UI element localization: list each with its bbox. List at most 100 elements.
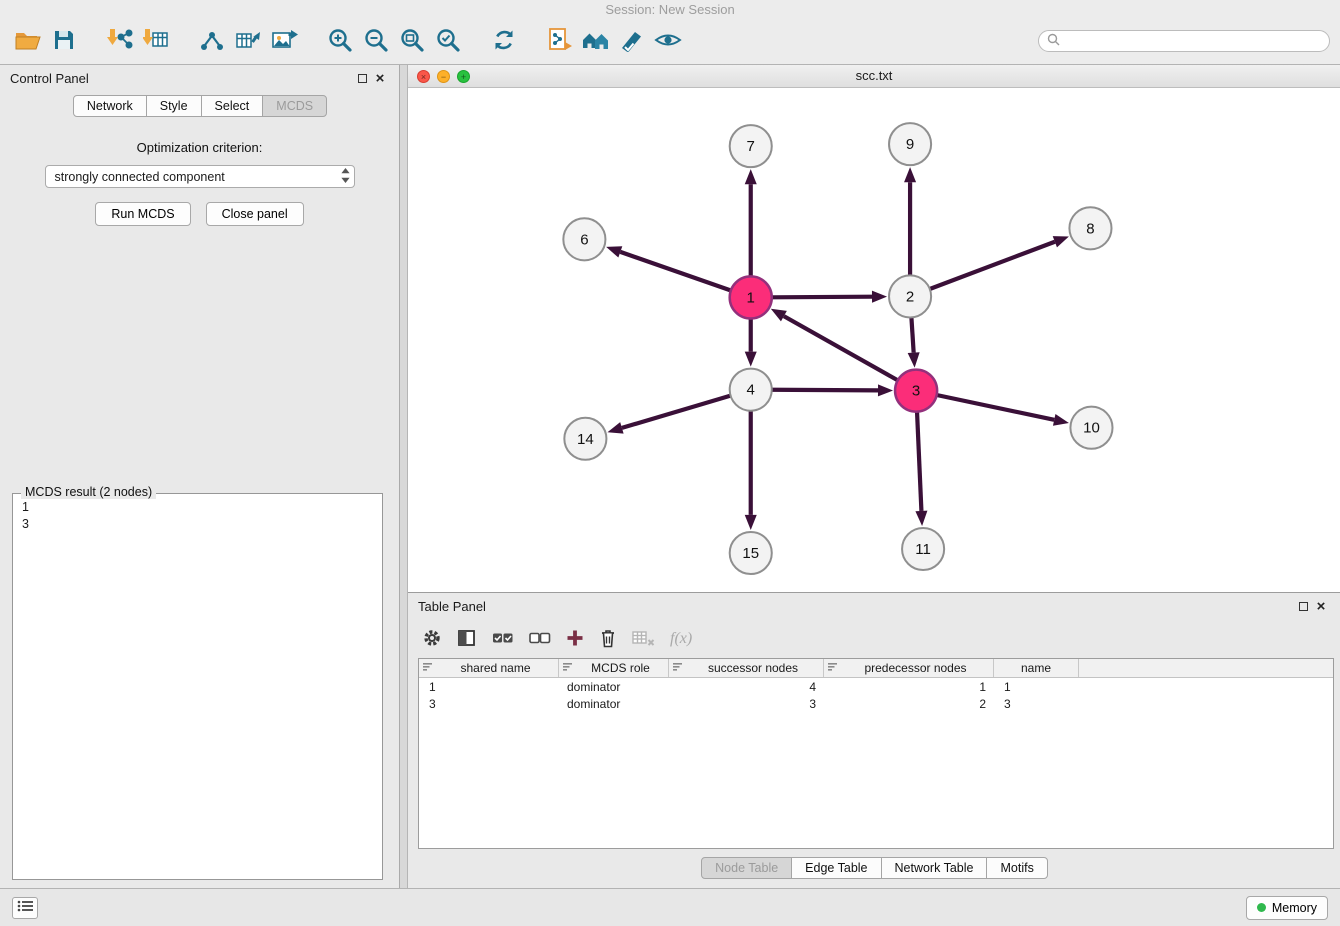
- graph-node-1[interactable]: 1: [730, 276, 772, 318]
- table-cell[interactable]: 1: [994, 678, 1079, 695]
- delete-table-button[interactable]: [632, 625, 655, 653]
- graph-node-15[interactable]: 15: [730, 532, 772, 574]
- graph-edge-arrow: [904, 167, 916, 182]
- select-all-button[interactable]: [492, 625, 514, 653]
- trash-icon: [599, 628, 617, 651]
- tab-select[interactable]: Select: [201, 95, 264, 117]
- tab-network[interactable]: Network: [73, 95, 147, 117]
- table-row[interactable]: 3dominator323: [419, 695, 1333, 712]
- network-canvas[interactable]: 7 9 6 8 1 2 4 3 14 10 15 11: [408, 88, 1340, 592]
- graph-node-10[interactable]: 10: [1070, 407, 1112, 449]
- sort-icon: [828, 661, 839, 675]
- graph-node-9[interactable]: 9: [889, 123, 931, 165]
- table-row[interactable]: 1dominator411: [419, 678, 1333, 695]
- graph-node-7[interactable]: 7: [730, 125, 772, 167]
- column-header-filler: [1079, 659, 1333, 677]
- tab-style[interactable]: Style: [146, 95, 202, 117]
- zoom-out-button[interactable]: [358, 24, 394, 58]
- list-icon: [17, 900, 33, 915]
- graph-node-14[interactable]: 14: [564, 418, 606, 460]
- window-minimize-icon[interactable]: −: [437, 70, 450, 83]
- graph-edge-1-6[interactable]: [620, 252, 731, 291]
- graph-edge-3-11[interactable]: [917, 412, 921, 511]
- graph-node-4[interactable]: 4: [730, 369, 772, 411]
- show-columns-button[interactable]: [457, 625, 477, 653]
- table-cell[interactable]: 1: [824, 678, 994, 695]
- graph-edge-1-2[interactable]: [772, 297, 872, 298]
- add-column-button[interactable]: [566, 625, 584, 653]
- table-cell[interactable]: 3: [994, 695, 1079, 712]
- graph-edge-4-3[interactable]: [772, 390, 878, 391]
- tab-motifs[interactable]: Motifs: [986, 857, 1047, 879]
- column-header-name[interactable]: name: [994, 659, 1079, 677]
- svg-text:8: 8: [1086, 220, 1094, 237]
- toolbar-search[interactable]: [1038, 30, 1330, 52]
- graph-edge-2-3[interactable]: [911, 317, 913, 352]
- graph-node-3[interactable]: 3: [895, 370, 937, 412]
- home-button[interactable]: [578, 24, 614, 58]
- search-input[interactable]: [1065, 34, 1321, 48]
- graph-node-6[interactable]: 6: [563, 218, 605, 260]
- table-cell[interactable]: 3: [669, 695, 824, 712]
- save-session-button[interactable]: [46, 24, 82, 58]
- table-panel-title: Table Panel: [418, 599, 486, 614]
- network-graph[interactable]: 7 9 6 8 1 2 4 3 14 10 15 11: [408, 88, 1340, 592]
- import-table-button[interactable]: [138, 24, 174, 58]
- table-cell[interactable]: 4: [669, 678, 824, 695]
- window-close-icon[interactable]: ×: [417, 70, 430, 83]
- close-panel-button[interactable]: Close panel: [206, 202, 304, 226]
- control-panel-float-button[interactable]: [353, 70, 371, 88]
- open-session-button[interactable]: [10, 24, 46, 58]
- deselect-all-button[interactable]: [529, 625, 551, 653]
- float-icon: [1299, 602, 1308, 611]
- table-panel-float-button[interactable]: [1294, 598, 1312, 616]
- zoom-fit-button[interactable]: [394, 24, 430, 58]
- table-cell[interactable]: dominator: [559, 678, 669, 695]
- control-panel-close-button[interactable]: ×: [371, 70, 389, 88]
- graph-node-11[interactable]: 11: [902, 528, 944, 570]
- show-graphics-button[interactable]: [650, 24, 686, 58]
- apply-style-button[interactable]: [614, 24, 650, 58]
- houses-icon: [582, 28, 610, 55]
- zoom-selected-button[interactable]: [430, 24, 466, 58]
- task-history-button[interactable]: [12, 897, 38, 919]
- graph-edge-arrow: [872, 291, 887, 303]
- function-builder-button[interactable]: f(x): [670, 625, 692, 653]
- table-cell[interactable]: dominator: [559, 695, 669, 712]
- zoom-in-button[interactable]: [322, 24, 358, 58]
- tab-mcds[interactable]: MCDS: [262, 95, 327, 117]
- export-image-button[interactable]: [266, 24, 302, 58]
- graph-edge-3-1[interactable]: [784, 316, 898, 380]
- column-header-successor-nodes[interactable]: successor nodes: [669, 659, 824, 677]
- graph-node-8[interactable]: 8: [1069, 207, 1111, 249]
- delete-column-button[interactable]: [599, 625, 617, 653]
- clone-network-button[interactable]: [542, 24, 578, 58]
- open-folder-icon: [15, 29, 41, 54]
- graph-edge-arrow: [1053, 236, 1069, 247]
- tab-edge-table[interactable]: Edge Table: [791, 857, 881, 879]
- import-network-button[interactable]: [102, 24, 138, 58]
- criterion-dropdown[interactable]: strongly connected component: [45, 165, 355, 188]
- column-settings-button[interactable]: [422, 625, 442, 653]
- column-header-shared-name[interactable]: shared name: [419, 659, 559, 677]
- column-header-mcds-role[interactable]: MCDS role: [559, 659, 669, 677]
- table-panel-close-button[interactable]: ×: [1312, 598, 1330, 616]
- export-table-button[interactable]: [230, 24, 266, 58]
- tab-node-table[interactable]: Node Table: [701, 857, 792, 879]
- new-network-button[interactable]: [194, 24, 230, 58]
- memory-button[interactable]: Memory: [1246, 896, 1328, 920]
- graph-edge-3-10[interactable]: [937, 395, 1055, 420]
- table-cell[interactable]: 1: [419, 678, 559, 695]
- search-icon: [1047, 33, 1060, 49]
- refresh-view-button[interactable]: [486, 24, 522, 58]
- window-zoom-icon[interactable]: +: [457, 70, 470, 83]
- graph-node-2[interactable]: 2: [889, 275, 931, 317]
- column-header-predecessor-nodes[interactable]: predecessor nodes: [824, 659, 994, 677]
- run-mcds-button[interactable]: Run MCDS: [95, 202, 190, 226]
- graph-edge-2-8[interactable]: [930, 242, 1055, 289]
- graph-edge-4-14[interactable]: [622, 396, 731, 428]
- tab-network-table[interactable]: Network Table: [881, 857, 988, 879]
- table-cell[interactable]: 3: [419, 695, 559, 712]
- control-panel-tabs: Network Style Select MCDS: [0, 92, 399, 122]
- table-cell[interactable]: 2: [824, 695, 994, 712]
